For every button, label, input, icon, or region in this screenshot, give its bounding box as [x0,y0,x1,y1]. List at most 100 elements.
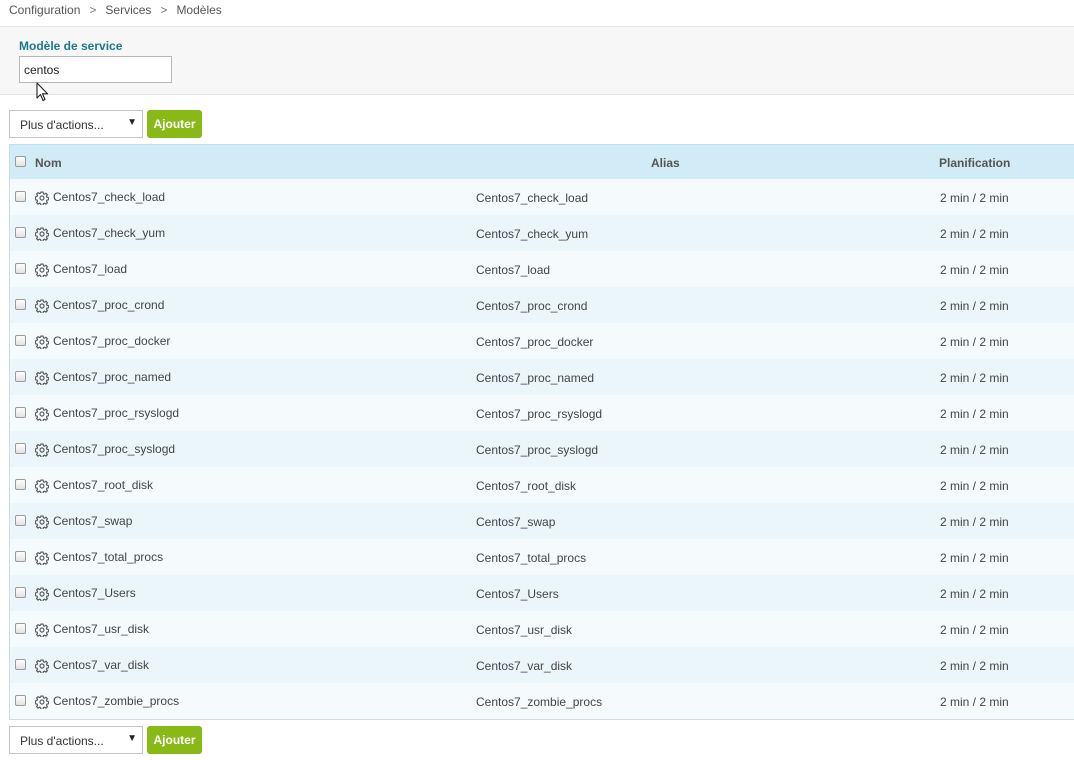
table-row: Centos7_proc_crond Centos7_proc_crond 2 mi… [10,287,1074,323]
service-template-schedule: 2 min / 2 min [940,443,1009,457]
service-template-name-link[interactable]: Centos7_zombie_procs [53,694,179,708]
service-template-alias: Centos7_proc_rsyslogd [476,407,603,421]
gear-icon [34,227,50,242]
more-actions-label: Plus d'actions... [20,118,104,132]
breadcrumb: Configuration > Services > Modèles [9,3,222,17]
row-checkbox[interactable] [15,443,26,454]
gear-icon [34,551,50,566]
service-template-alias: Centos7_check_yum [476,227,589,241]
add-button[interactable]: Ajouter [147,110,202,138]
select-all-checkbox[interactable] [15,156,26,167]
breadcrumb-separator: > [89,3,97,17]
table-row: Centos7_Users Centos7_Users 2 min / 2 min [10,575,1074,611]
column-header-alias[interactable]: Alias [651,156,680,170]
service-template-name-link[interactable]: Centos7_proc_crond [53,298,164,312]
table-row: Centos7_proc_rsyslogd Centos7_proc_rsyslo… [10,395,1074,431]
table-row: Centos7_check_load Centos7_check_load 2 mi… [10,179,1074,215]
gear-icon [34,263,50,278]
service-template-alias: Centos7_usr_disk [476,623,573,637]
table-row: Centos7_check_yum Centos7_check_yum 2 min … [10,215,1074,251]
table-row: Centos7_root_disk Centos7_root_disk 2 min … [10,467,1074,503]
gear-icon [34,695,50,710]
service-template-name-link[interactable]: Centos7_proc_named [53,370,171,384]
row-checkbox[interactable] [15,695,26,706]
service-template-name-link[interactable]: Centos7_check_load [53,190,165,204]
service-template-name-link[interactable]: Centos7_usr_disk [53,622,149,636]
table-row: Centos7_proc_docker Centos7_proc_docker 2 … [10,323,1074,359]
table-row: Centos7_proc_syslogd Centos7_proc_syslogd… [10,431,1074,467]
row-checkbox[interactable] [15,227,26,238]
service-template-schedule: 2 min / 2 min [940,407,1009,421]
service-template-name-link[interactable]: Centos7_load [53,262,127,276]
dropdown-arrow-icon: ▼ [127,117,137,128]
more-actions-select-bottom[interactable]: Plus d'actions... ▼ [9,726,143,754]
row-checkbox[interactable] [15,623,26,634]
breadcrumb-item-configuration[interactable]: Configuration [9,3,80,17]
gear-icon [34,191,50,206]
row-checkbox[interactable] [15,407,26,418]
service-template-alias: Centos7_proc_docker [476,335,594,349]
column-header-schedule[interactable]: Planification [939,156,1010,170]
service-template-alias: Centos7_proc_syslogd [476,443,599,457]
row-checkbox[interactable] [15,587,26,598]
breadcrumb-item-templates[interactable]: Modèles [176,3,221,17]
service-template-alias: Centos7_root_disk [476,479,577,493]
row-checkbox[interactable] [15,515,26,526]
service-template-search-input[interactable] [19,56,172,83]
gear-icon [34,479,50,494]
service-template-name-link[interactable]: Centos7_proc_syslogd [53,442,175,456]
service-template-schedule: 2 min / 2 min [940,587,1009,601]
service-template-schedule: 2 min / 2 min [940,515,1009,529]
row-checkbox[interactable] [15,191,26,202]
gear-icon [34,371,50,386]
gear-icon [34,407,50,422]
table-row: Centos7_var_disk Centos7_var_disk 2 min / … [10,647,1074,683]
service-template-alias: Centos7_check_load [476,191,589,205]
service-template-schedule: 2 min / 2 min [940,371,1009,385]
table-header: Nom Alias Planification [10,144,1074,179]
service-template-name-link[interactable]: Centos7_var_disk [53,658,149,672]
service-template-alias: Centos7_proc_named [476,371,595,385]
service-template-name-link[interactable]: Centos7_check_yum [53,226,165,240]
row-checkbox[interactable] [15,335,26,346]
add-button-bottom[interactable]: Ajouter [147,726,202,754]
row-checkbox[interactable] [15,551,26,562]
gear-icon [34,659,50,674]
service-template-schedule: 2 min / 2 min [940,479,1009,493]
service-template-name-link[interactable]: Centos7_proc_rsyslogd [53,406,179,420]
row-checkbox[interactable] [15,263,26,274]
mouse-cursor-icon [36,82,49,102]
row-checkbox[interactable] [15,371,26,382]
service-template-name-link[interactable]: Centos7_proc_docker [53,334,170,348]
table-row: Centos7_proc_named Centos7_proc_named 2 mi… [10,359,1074,395]
service-template-alias: Centos7_load [476,263,551,277]
service-template-name-link[interactable]: Centos7_total_procs [53,550,163,564]
gear-icon [34,443,50,458]
gear-icon [34,335,50,350]
gear-icon [34,299,50,314]
service-template-name-link[interactable]: Centos7_swap [53,514,132,528]
table-row: Centos7_usr_disk Centos7_usr_disk 2 min / … [10,611,1074,647]
table-row: Centos7_zombie_procs Centos7_zombie_procs… [10,683,1074,719]
service-template-schedule: 2 min / 2 min [940,263,1009,277]
gear-icon [34,587,50,602]
service-template-schedule: 2 min / 2 min [940,299,1009,313]
breadcrumb-item-services[interactable]: Services [105,3,151,17]
service-template-schedule: 2 min / 2 min [940,659,1009,673]
gear-icon [34,623,50,638]
table-row: Centos7_total_procs Centos7_total_procs 2 … [10,539,1074,575]
service-template-schedule: 2 min / 2 min [940,227,1009,241]
column-header-name[interactable]: Nom [35,156,62,170]
service-template-name-link[interactable]: Centos7_Users [53,586,136,600]
gear-icon [34,515,50,530]
service-template-schedule: 2 min / 2 min [940,335,1009,349]
service-template-name-link[interactable]: Centos7_root_disk [53,478,153,492]
table-body: Centos7_check_load Centos7_check_load 2 mi… [10,179,1074,719]
row-checkbox[interactable] [15,659,26,670]
more-actions-select[interactable]: Plus d'actions... ▼ [9,110,143,138]
row-checkbox[interactable] [15,299,26,310]
filter-panel: Modèle de service [0,26,1074,95]
service-template-schedule: 2 min / 2 min [940,191,1009,205]
service-template-alias: Centos7_var_disk [476,659,573,673]
row-checkbox[interactable] [15,479,26,490]
